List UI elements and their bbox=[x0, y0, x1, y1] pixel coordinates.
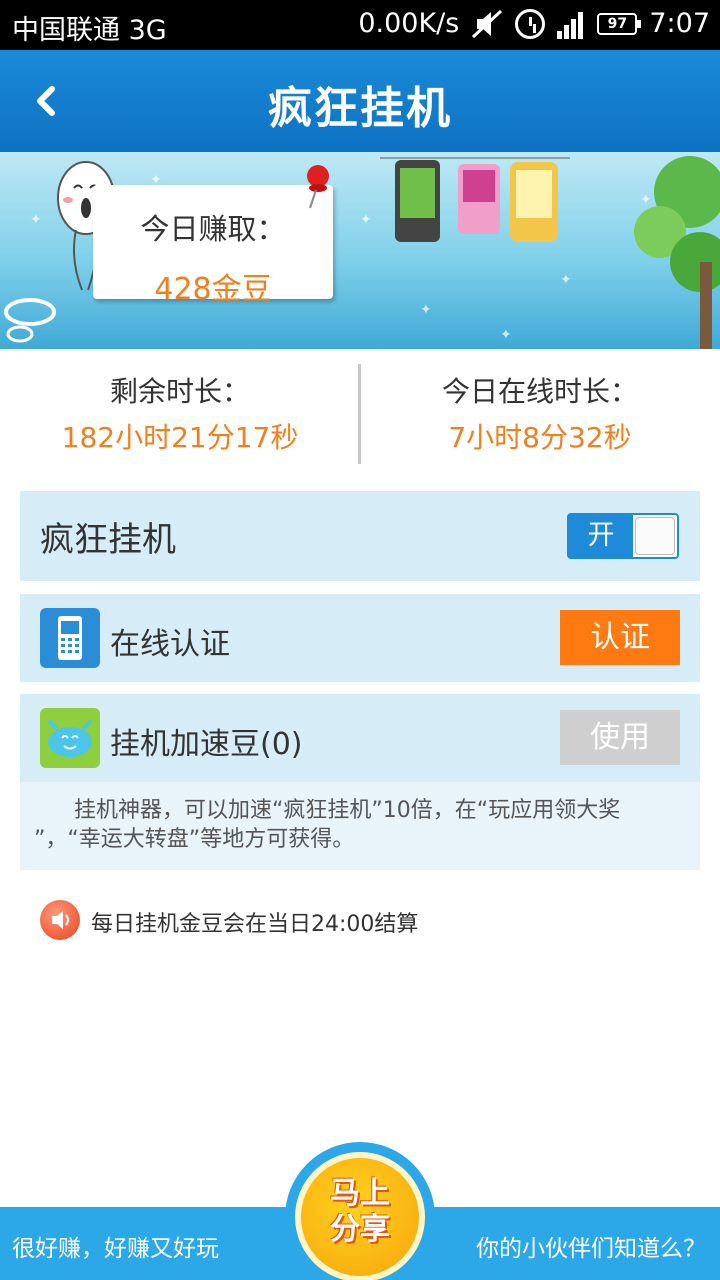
online-auth-label: 在线认证 bbox=[110, 627, 230, 662]
tree-decoration bbox=[634, 156, 720, 349]
clock: 7:07 bbox=[649, 8, 710, 39]
bottom-slogan-right: 你的小伙伴们知道么？ bbox=[476, 1236, 706, 1262]
notice-text: 每日挂机金豆会在当日24:00结算 bbox=[91, 912, 419, 937]
online-time-value: 7小时8分32秒 bbox=[448, 421, 632, 454]
bottom-slogan-left: 很好赚，好赚又好玩 bbox=[12, 1236, 219, 1262]
online-auth-row: 在线认证 认证 bbox=[20, 594, 700, 682]
use-button[interactable]: 使用 bbox=[560, 710, 680, 765]
crazy-hangup-title: 疯狂挂机 bbox=[40, 520, 176, 560]
share-now-button[interactable]: 马上 分享 bbox=[285, 1142, 435, 1280]
network-speed: 0.00K/s bbox=[358, 8, 460, 39]
crazy-hangup-toggle[interactable]: 开 bbox=[567, 513, 679, 559]
title-bar: 疯狂挂机 bbox=[0, 50, 720, 152]
online-time: 今日在线时长： 7小时8分32秒 bbox=[360, 362, 720, 456]
auth-button[interactable]: 认证 bbox=[560, 610, 680, 665]
earn-label: 今日赚取： bbox=[140, 212, 286, 246]
share-line-1: 马上 bbox=[330, 1176, 390, 1211]
page-title: 疯狂挂机 bbox=[268, 83, 452, 134]
status-bar: 中国联通 3G 0.00K/s 97 7:07 bbox=[0, 0, 720, 50]
speed-bean-row: 挂机加速豆(0) 使用 bbox=[20, 694, 700, 782]
battery-icon: 97 bbox=[597, 12, 642, 35]
earn-card: 今日赚取： 428金豆 bbox=[93, 185, 333, 307]
remaining-time: 剩余时长： 182小时21分17秒 bbox=[0, 362, 360, 456]
share-button-label: 马上 分享 bbox=[301, 1176, 419, 1248]
banner: ✦ ✦ ✦ ✦ ✦ ✦ ✦ 今日赚取： 428金豆 bbox=[0, 152, 720, 349]
status-icons: 0.00K/s 97 7:07 bbox=[358, 8, 710, 39]
carrier-text: 中国联通 3G bbox=[12, 15, 167, 46]
speaker-icon bbox=[40, 900, 80, 940]
speed-bean-description: 挂机神器，可以加速“疯狂挂机”10倍，在“玩应用领大奖 ”，“幸运大转盘”等地方… bbox=[20, 782, 700, 870]
description-line-1: 挂机神器，可以加速“疯狂挂机”10倍，在“玩应用领大奖 bbox=[74, 798, 621, 823]
earn-value: 428金豆 bbox=[154, 272, 272, 307]
bean-icon bbox=[40, 708, 100, 768]
speed-bean-label: 挂机加速豆(0) bbox=[110, 727, 303, 762]
crazy-hangup-row: 疯狂挂机 开 bbox=[20, 491, 700, 581]
toggle-knob bbox=[635, 517, 675, 555]
online-time-label: 今日在线时长： bbox=[441, 375, 638, 408]
mobile-phone-icon bbox=[40, 608, 100, 668]
remaining-time-value: 182小时21分17秒 bbox=[61, 421, 299, 454]
phones-decoration bbox=[380, 157, 570, 242]
remaining-time-label: 剩余时长： bbox=[109, 375, 250, 408]
mute-icon bbox=[471, 9, 503, 39]
description-line-2: ”，“幸运大转盘”等地方可获得。 bbox=[34, 827, 355, 852]
time-stats: 剩余时长： 182小时21分17秒 今日在线时长： 7小时8分32秒 bbox=[0, 362, 720, 466]
alarm-icon bbox=[515, 8, 546, 39]
pushpin-icon bbox=[307, 165, 329, 209]
share-line-2: 分享 bbox=[330, 1212, 390, 1247]
signal-icon bbox=[557, 9, 585, 39]
toggle-on-label: 开 bbox=[569, 515, 633, 557]
